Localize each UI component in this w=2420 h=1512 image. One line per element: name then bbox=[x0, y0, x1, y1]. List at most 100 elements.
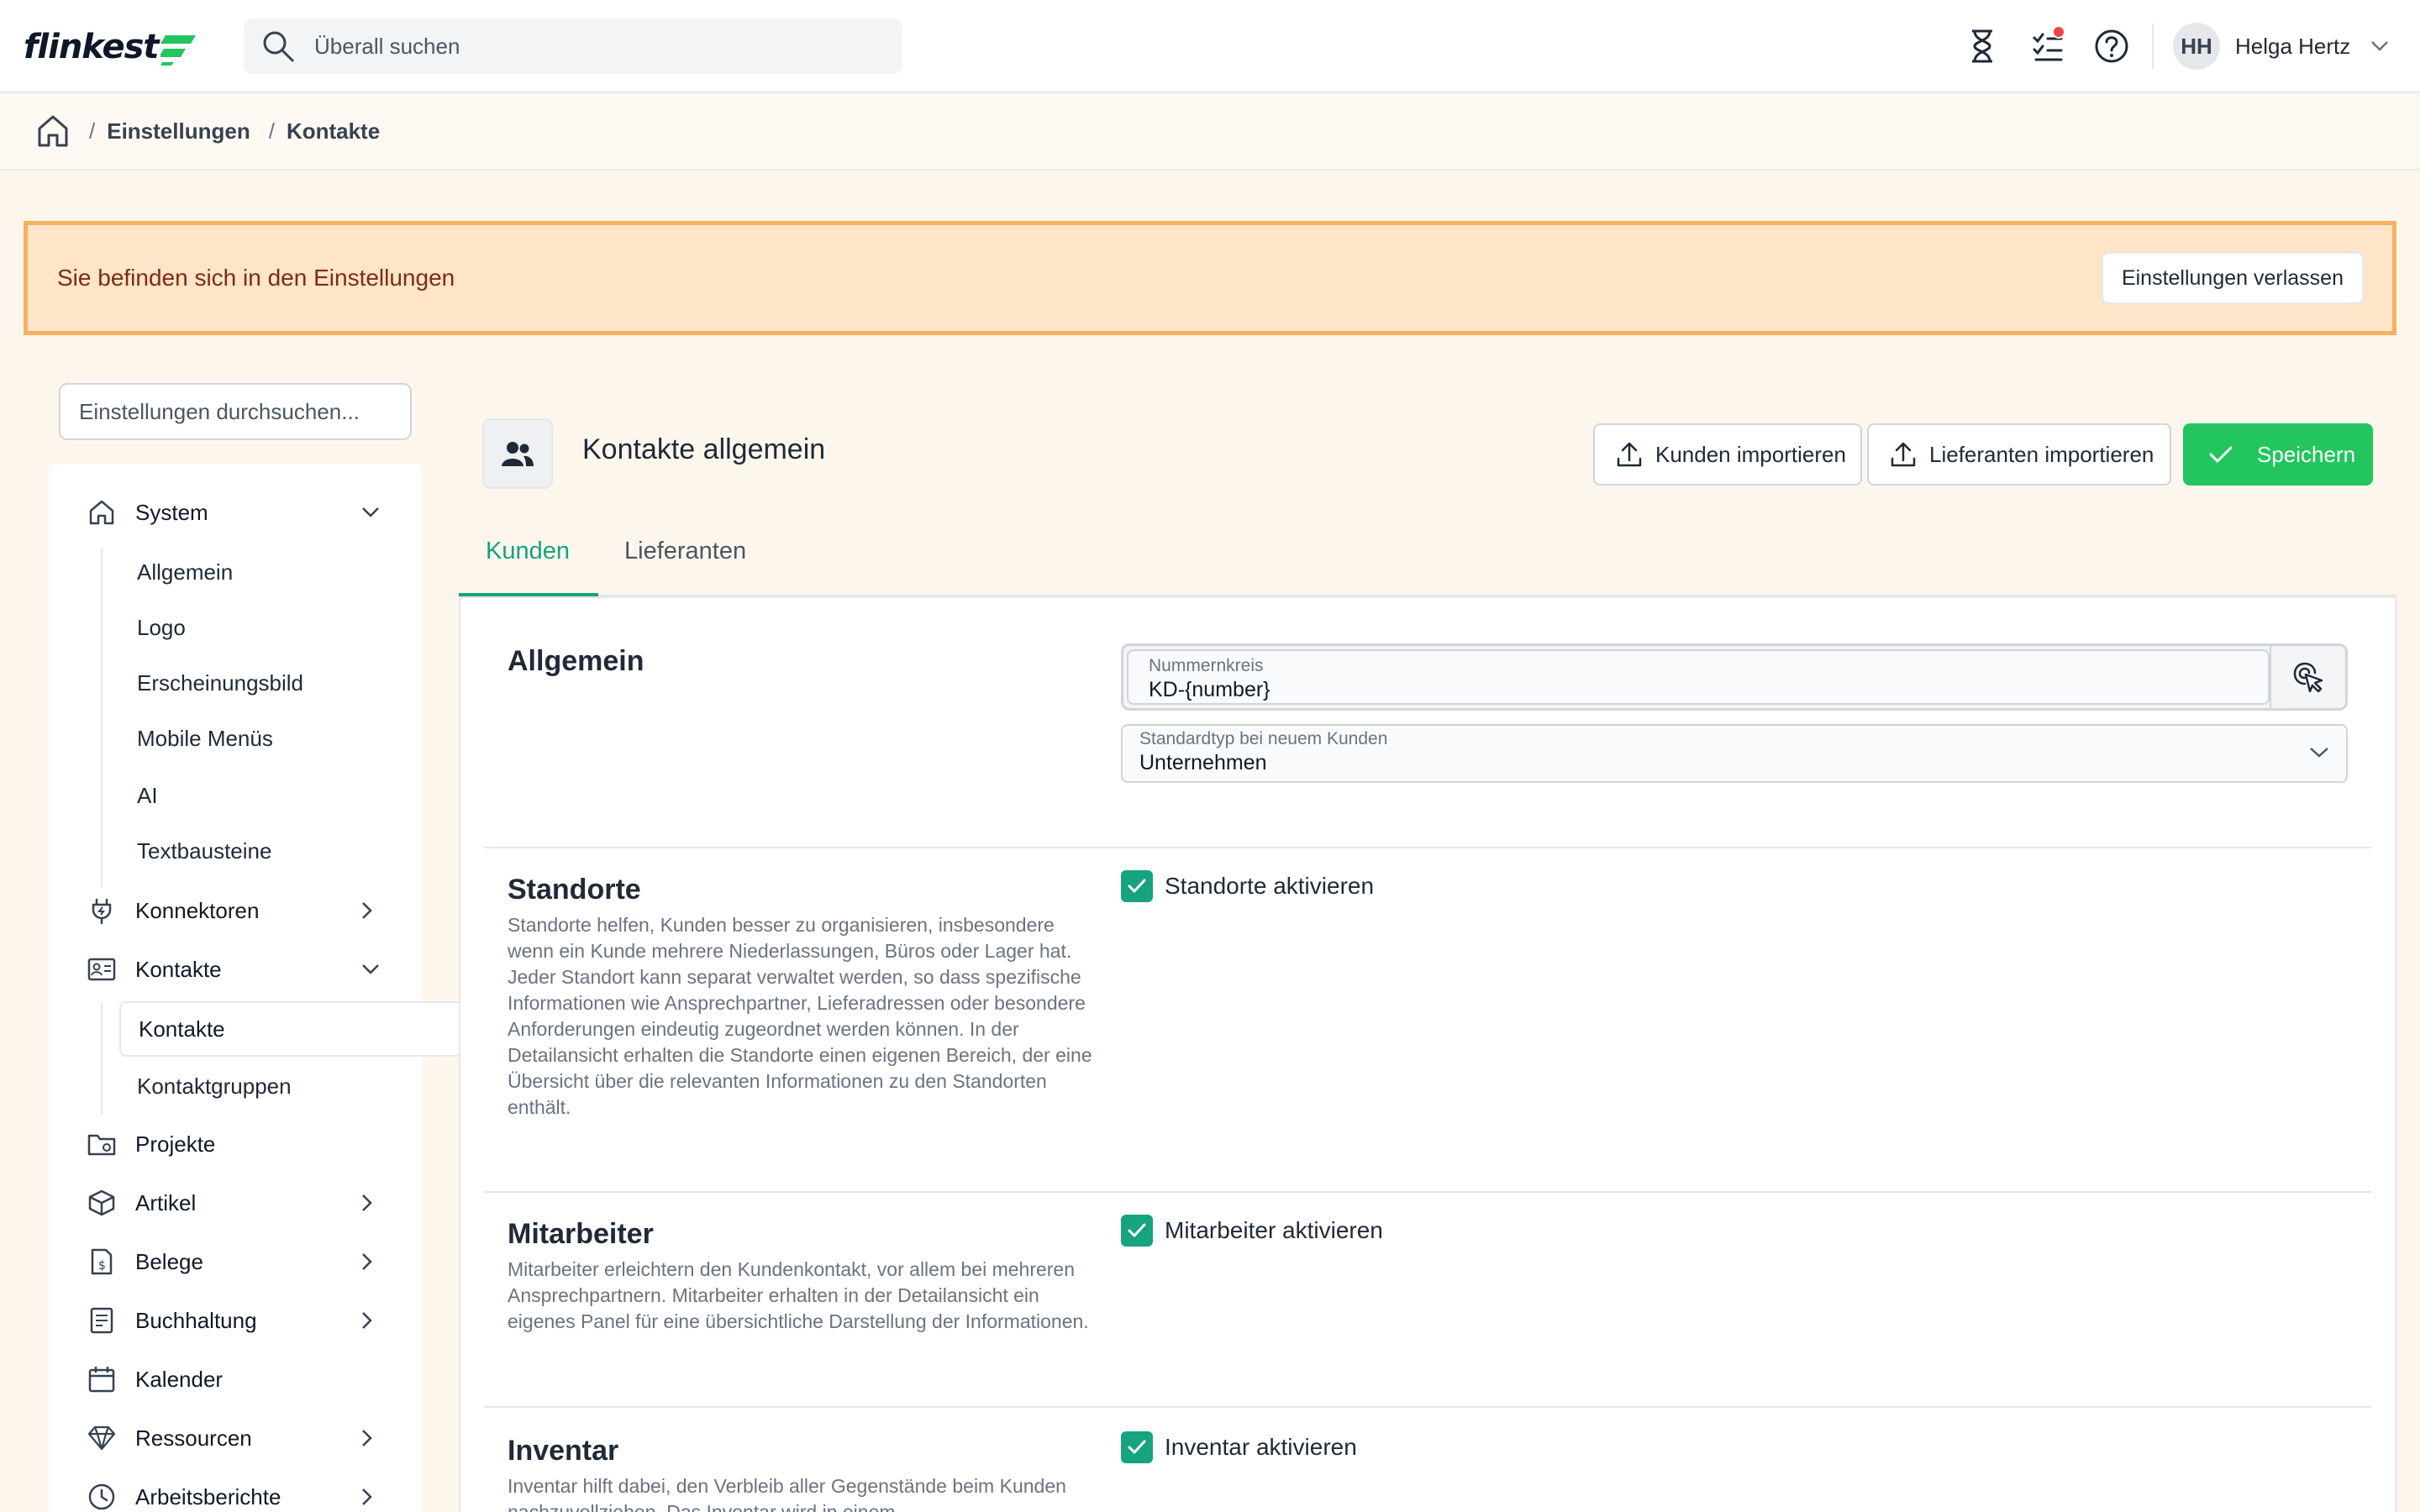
global-search-input[interactable] bbox=[314, 33, 852, 60]
submenu-line bbox=[101, 1003, 103, 1114]
sidebar-item-projekte[interactable]: Projekte bbox=[49, 1119, 422, 1169]
diamond-icon bbox=[87, 1425, 116, 1451]
chevron-right-icon bbox=[362, 1312, 372, 1329]
sidebar-sub-textbausteine[interactable]: Textbausteine bbox=[137, 830, 271, 872]
sidebar-sub-allgemein[interactable]: Allgemein bbox=[137, 551, 233, 593]
page-icon bbox=[482, 418, 553, 489]
sidebar-item-buchhaltung[interactable]: Buchhaltung bbox=[49, 1295, 422, 1346]
hourglass-icon bbox=[1972, 29, 1992, 63]
global-search[interactable] bbox=[244, 18, 902, 74]
sidebar-sub-ai[interactable]: AI bbox=[137, 774, 158, 816]
settings-search[interactable] bbox=[59, 383, 412, 440]
chevron-right-icon bbox=[362, 902, 372, 919]
user-menu[interactable]: HH Helga Hertz bbox=[2173, 22, 2389, 71]
sidebar-item-label: Artikel bbox=[135, 1189, 197, 1215]
section-desc-mitarbeiter: Mitarbeiter erleichtern den Kundenkontak… bbox=[508, 1258, 1089, 1332]
chevron-down-icon bbox=[2310, 748, 2328, 758]
tab-kunden[interactable]: Kunden bbox=[486, 538, 570, 565]
default-type-select[interactable]: Standardtyp bei neuem Kunden Unternehmen bbox=[1121, 724, 2348, 783]
number-range-field: Nummernkreis KD-{number} bbox=[1121, 643, 2348, 711]
sidebar-sub-kontakte[interactable]: Kontakte bbox=[139, 1008, 225, 1050]
plug-icon bbox=[92, 898, 112, 925]
section-desc-inventar: Inventar hilft dabei, den Verbleib aller… bbox=[508, 1475, 1066, 1512]
app-logo[interactable]: flinkest bbox=[24, 24, 199, 71]
breadcrumb-separator: / bbox=[89, 118, 96, 144]
help-icon bbox=[2095, 29, 2128, 63]
save-label: Speichern bbox=[2257, 441, 2356, 467]
sidebar-item-label: Buchhaltung bbox=[135, 1307, 257, 1333]
section-title-mitarbeiter: Mitarbeiter bbox=[508, 1218, 654, 1250]
chevron-right-icon bbox=[362, 1488, 372, 1505]
sidebar-item-arbeitsberichte[interactable]: Arbeitsberichte bbox=[49, 1472, 422, 1512]
receipt-icon: $ bbox=[91, 1248, 113, 1275]
sidebar-item-belege[interactable]: $ Belege bbox=[49, 1236, 422, 1287]
chevron-right-icon bbox=[362, 1253, 372, 1270]
tasks-button[interactable] bbox=[2027, 25, 2069, 67]
chevron-down-icon bbox=[362, 964, 379, 974]
sidebar-item-kontakte[interactable]: Kontakte bbox=[49, 944, 422, 995]
help-button[interactable] bbox=[2091, 25, 2133, 67]
sidebar-sub-logo[interactable]: Logo bbox=[137, 606, 186, 648]
chevron-right-icon bbox=[362, 1194, 372, 1211]
insert-placeholder-button[interactable] bbox=[2270, 646, 2345, 708]
mitarbeiter-checkbox-label: Mitarbeiter aktivieren bbox=[1165, 1217, 1383, 1243]
upload-icon bbox=[1891, 442, 1916, 467]
standorte-checkbox-row[interactable]: Standorte aktivieren bbox=[1121, 870, 1374, 902]
import-customers-button[interactable]: Kunden importieren bbox=[1593, 423, 1862, 486]
number-range-label: Nummernkreis bbox=[1149, 656, 1264, 675]
sidebar-item-kalender[interactable]: Kalender bbox=[49, 1354, 422, 1404]
sidebar-item-ressourcen[interactable]: Ressourcen bbox=[49, 1413, 422, 1463]
tab-lieferanten[interactable]: Lieferanten bbox=[624, 538, 746, 565]
breadcrumb-item-einstellungen[interactable]: Einstellungen bbox=[107, 118, 250, 144]
sidebar-item-artikel[interactable]: Artikel bbox=[49, 1178, 422, 1228]
save-button[interactable]: Speichern bbox=[2183, 423, 2373, 486]
contact-card-icon bbox=[87, 958, 116, 981]
default-type-value: Unternehmen bbox=[1139, 751, 1267, 774]
sidebar-item-label: Ressourcen bbox=[135, 1425, 252, 1451]
logo-mark-icon bbox=[160, 35, 196, 66]
users-icon bbox=[502, 442, 534, 466]
page-title: Kontakte allgemein bbox=[582, 433, 826, 465]
inventar-checkbox-row[interactable]: Inventar aktivieren bbox=[1121, 1431, 1357, 1463]
chevron-down-icon bbox=[2371, 41, 2389, 51]
cursor-click-icon bbox=[2293, 662, 2323, 693]
user-name: Helga Hertz bbox=[2235, 33, 2351, 59]
hourglass-button[interactable] bbox=[1961, 25, 2003, 67]
check-icon bbox=[1128, 1223, 1146, 1237]
import-suppliers-button[interactable]: Lieferanten importieren bbox=[1867, 423, 2171, 486]
sidebar-item-label: Kalender bbox=[135, 1366, 224, 1392]
breadcrumb-separator: / bbox=[268, 118, 275, 144]
number-range-input[interactable]: Nummernkreis KD-{number} bbox=[1127, 649, 2270, 705]
sidebar-item-konnektoren[interactable]: Konnektoren bbox=[49, 885, 422, 936]
mitarbeiter-checkbox-row[interactable]: Mitarbeiter aktivieren bbox=[1121, 1215, 1383, 1247]
box-icon bbox=[88, 1189, 115, 1216]
upload-icon bbox=[1617, 442, 1642, 467]
leave-settings-button[interactable]: Einstellungen verlassen bbox=[2101, 252, 2364, 304]
check-icon bbox=[1128, 879, 1146, 893]
sidebar-item-label: Arbeitsberichte bbox=[135, 1483, 281, 1509]
chevron-down-icon bbox=[362, 507, 379, 517]
avatar: HH bbox=[2173, 23, 2220, 70]
sidebar-sub-kontaktgruppen[interactable]: Kontaktgruppen bbox=[137, 1065, 292, 1107]
home-icon[interactable] bbox=[35, 113, 71, 149]
mitarbeiter-checkbox[interactable] bbox=[1121, 1215, 1153, 1247]
inventar-checkbox[interactable] bbox=[1121, 1431, 1153, 1463]
notice-text: Sie befinden sich in den Einstellungen bbox=[57, 265, 455, 291]
settings-search-input[interactable] bbox=[79, 398, 398, 425]
standorte-checkbox[interactable] bbox=[1121, 870, 1153, 902]
sidebar-item-label: Projekte bbox=[135, 1131, 216, 1157]
breadcrumb-item-kontakte[interactable]: Kontakte bbox=[287, 118, 380, 144]
section-title-inventar: Inventar bbox=[508, 1435, 619, 1467]
sidebar-item-label: Belege bbox=[135, 1248, 203, 1274]
settings-sidebar: System Allgemein Logo Erscheinungsbild M… bbox=[49, 464, 479, 1512]
section-divider bbox=[484, 847, 2371, 848]
sidebar-item-system[interactable]: System bbox=[49, 487, 422, 538]
ledger-icon bbox=[90, 1307, 113, 1334]
breadcrumb: / Einstellungen / Kontakte bbox=[0, 93, 2420, 171]
section-title-allgemein: Allgemein bbox=[508, 645, 644, 677]
default-type-label: Standardtyp bei neuem Kunden bbox=[1139, 729, 1388, 748]
sidebar-sub-erscheinungsbild[interactable]: Erscheinungsbild bbox=[137, 662, 303, 704]
inventar-checkbox-label: Inventar aktivieren bbox=[1165, 1434, 1357, 1460]
sidebar-sub-mobile-menus[interactable]: Mobile Menüs bbox=[137, 717, 273, 759]
search-icon bbox=[263, 31, 294, 62]
